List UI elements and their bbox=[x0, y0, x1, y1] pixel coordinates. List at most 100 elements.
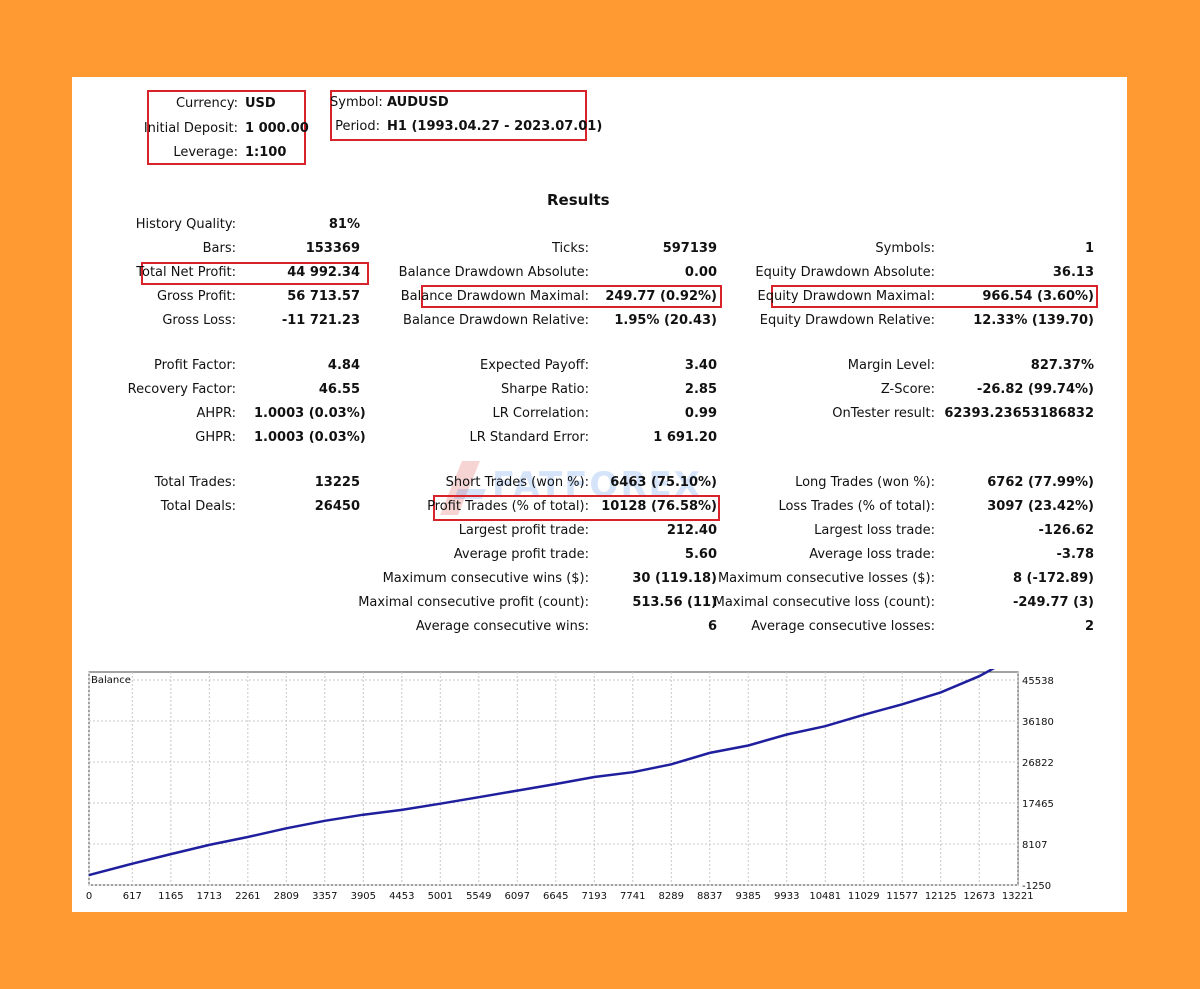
stat-value: 966.54 (3.60%) bbox=[982, 289, 1094, 304]
stat-label: Balance Drawdown Absolute: bbox=[398, 265, 589, 280]
stat-label: Largest profit trade: bbox=[458, 523, 589, 538]
stat-value: 6 bbox=[707, 619, 717, 634]
y-tick-label: 45538 bbox=[1022, 676, 1054, 687]
stat-label: Ticks: bbox=[552, 241, 589, 256]
stat-label: OnTester result: bbox=[832, 406, 935, 421]
chart-title: Balance bbox=[91, 675, 131, 686]
stat-value: 1 bbox=[1084, 241, 1094, 256]
stat-value: 6463 (75.10%) bbox=[610, 475, 717, 490]
stat-label: Total Trades: bbox=[154, 475, 236, 490]
stat-value: 3.40 bbox=[684, 358, 717, 373]
y-tick-label: 17465 bbox=[1022, 799, 1054, 810]
stat-value: 10128 (76.58%) bbox=[601, 499, 717, 514]
stat-value: 4.84 bbox=[327, 358, 360, 373]
stat-value: 1.0003 (0.03%) bbox=[254, 430, 366, 445]
x-tick-label: 12673 bbox=[963, 891, 995, 902]
stat-label: Short Trades (won %): bbox=[445, 475, 589, 490]
report-panel: Currency: USD Initial Deposit: 1 000.00 … bbox=[72, 77, 1127, 912]
stat-label: Maximum consecutive wins ($): bbox=[382, 571, 589, 586]
stat-value: 1.0003 (0.03%) bbox=[254, 406, 366, 421]
stat-value: -11 721.23 bbox=[281, 313, 360, 328]
stat-label: Margin Level: bbox=[847, 358, 935, 373]
period-label: Period: bbox=[335, 119, 380, 134]
currency-value: USD bbox=[245, 96, 276, 111]
stat-label: LR Standard Error: bbox=[469, 430, 589, 445]
chart-plot-area bbox=[88, 671, 1019, 886]
stat-label: Total Deals: bbox=[160, 499, 236, 514]
stat-value: 597139 bbox=[662, 241, 717, 256]
x-tick-label: 4453 bbox=[389, 891, 414, 902]
x-tick-label: 617 bbox=[123, 891, 142, 902]
x-tick-label: 6645 bbox=[543, 891, 568, 902]
stat-value: 827.37% bbox=[1030, 358, 1094, 373]
stat-label: Gross Profit: bbox=[156, 289, 236, 304]
stat-value: 62393.23653186832 bbox=[944, 406, 1094, 421]
x-tick-label: 7741 bbox=[620, 891, 645, 902]
balance-chart: 0 617 1165 1713 2261 2809 3357 3905 4453 5001 5549… bbox=[86, 669, 1054, 902]
stat-value: 46.55 bbox=[318, 382, 360, 397]
stat-value: 44 992.34 bbox=[287, 265, 360, 280]
x-tick-label: 2809 bbox=[274, 891, 299, 902]
stat-value: 0.00 bbox=[684, 265, 717, 280]
stat-label: Profit Factor: bbox=[154, 358, 236, 373]
stat-value: -26.82 (99.74%) bbox=[976, 382, 1094, 397]
stat-label: Total Net Profit: bbox=[136, 265, 236, 280]
stat-value: 1.95% (20.43) bbox=[614, 313, 717, 328]
stat-label: Average loss trade: bbox=[809, 547, 935, 562]
stat-label: GHPR: bbox=[195, 430, 236, 445]
stat-label: Gross Loss: bbox=[162, 313, 236, 328]
x-tick-label: 11029 bbox=[848, 891, 880, 902]
stat-label: Equity Drawdown Maximal: bbox=[757, 289, 935, 304]
leverage-value: 1:100 bbox=[245, 145, 287, 160]
stat-value: 6762 (77.99%) bbox=[987, 475, 1094, 490]
x-tick-label: 5001 bbox=[428, 891, 453, 902]
stat-value: 1 691.20 bbox=[653, 430, 717, 445]
stat-value: 12.33% (139.70) bbox=[973, 313, 1094, 328]
x-tick-label: 13221 bbox=[1002, 891, 1034, 902]
stat-value: 0.99 bbox=[684, 406, 717, 421]
stat-label: Average consecutive losses: bbox=[751, 619, 935, 634]
stat-label: Loss Trades (% of total): bbox=[778, 499, 935, 514]
stat-value: -3.78 bbox=[1056, 547, 1094, 562]
x-tick-label: 9385 bbox=[736, 891, 761, 902]
x-tick-label: 8837 bbox=[697, 891, 722, 902]
stat-value: 26450 bbox=[314, 499, 360, 514]
deposit-label: Initial Deposit: bbox=[143, 121, 238, 136]
stat-value: 212.40 bbox=[666, 523, 717, 538]
stat-label: Maximal consecutive loss (count): bbox=[713, 595, 935, 610]
x-tick-label: 3357 bbox=[312, 891, 337, 902]
stat-label: Equity Drawdown Relative: bbox=[759, 313, 935, 328]
x-tick-label: 8289 bbox=[659, 891, 684, 902]
stat-value: 13225 bbox=[314, 475, 360, 490]
x-tick-label: 10481 bbox=[809, 891, 841, 902]
y-tick-label: 26822 bbox=[1022, 758, 1054, 769]
symbol-value: AUDUSD bbox=[387, 95, 449, 110]
x-tick-label: 2261 bbox=[235, 891, 260, 902]
period-value: H1 (1993.04.27 - 2023.07.01) bbox=[387, 119, 603, 134]
stat-label: Recovery Factor: bbox=[127, 382, 236, 397]
stat-value: 3097 (23.42%) bbox=[987, 499, 1094, 514]
x-tick-label: 5549 bbox=[466, 891, 491, 902]
x-tick-label: 11577 bbox=[886, 891, 918, 902]
stat-label: Balance Drawdown Maximal: bbox=[400, 289, 589, 304]
stat-label: Sharpe Ratio: bbox=[501, 382, 589, 397]
stat-value: 2.85 bbox=[684, 382, 717, 397]
y-tick-label: 8107 bbox=[1022, 840, 1047, 851]
stat-value: -249.77 (3) bbox=[1012, 595, 1094, 610]
stat-label: Equity Drawdown Absolute: bbox=[755, 265, 935, 280]
stat-label: Average profit trade: bbox=[453, 547, 589, 562]
y-tick-label: -1250 bbox=[1022, 881, 1051, 892]
stat-label: Profit Trades (% of total): bbox=[427, 499, 589, 514]
stat-value: 513.56 (11) bbox=[632, 595, 717, 610]
stat-label: LR Correlation: bbox=[492, 406, 589, 421]
deposit-value: 1 000.00 bbox=[245, 121, 309, 136]
x-tick-label: 12125 bbox=[925, 891, 957, 902]
x-tick-label: 1713 bbox=[197, 891, 222, 902]
stat-label: Z-Score: bbox=[880, 382, 935, 397]
stat-label: Largest loss trade: bbox=[814, 523, 935, 538]
stat-value: 30 (119.18) bbox=[632, 571, 717, 586]
stat-label: Long Trades (won %): bbox=[795, 475, 935, 490]
stat-value: -126.62 bbox=[1038, 523, 1094, 538]
stat-label: Maximum consecutive losses ($): bbox=[717, 571, 935, 586]
stat-value: 36.13 bbox=[1052, 265, 1094, 280]
